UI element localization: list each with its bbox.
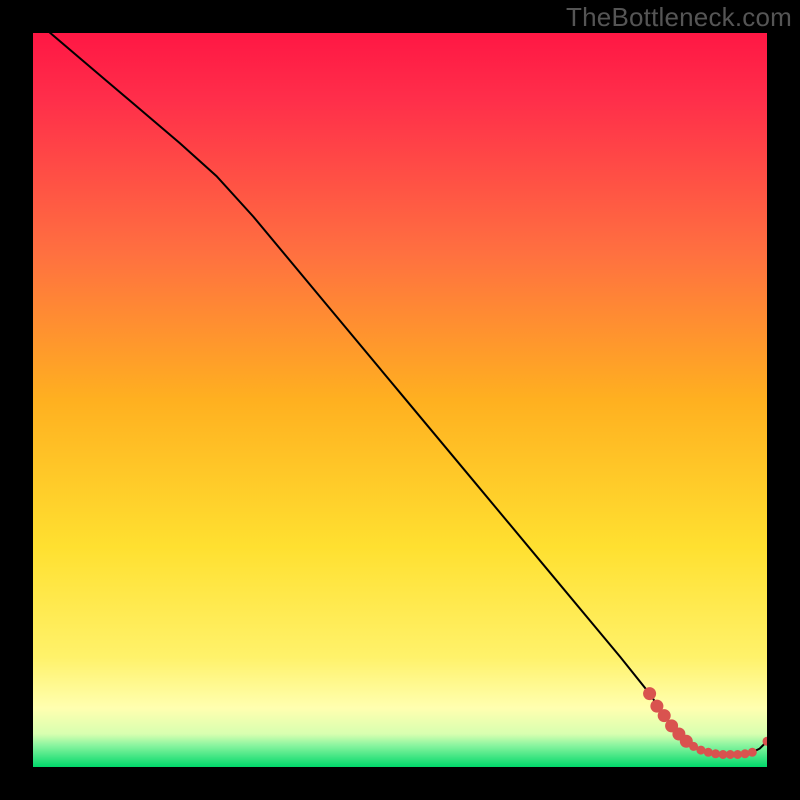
watermark-text: TheBottleneck.com [566, 2, 792, 33]
data-marker [748, 748, 757, 757]
data-marker [643, 687, 656, 700]
chart-svg [33, 33, 767, 767]
gradient-background [33, 33, 767, 767]
chart-frame: TheBottleneck.com [0, 0, 800, 800]
chart-plot-area [33, 33, 767, 767]
